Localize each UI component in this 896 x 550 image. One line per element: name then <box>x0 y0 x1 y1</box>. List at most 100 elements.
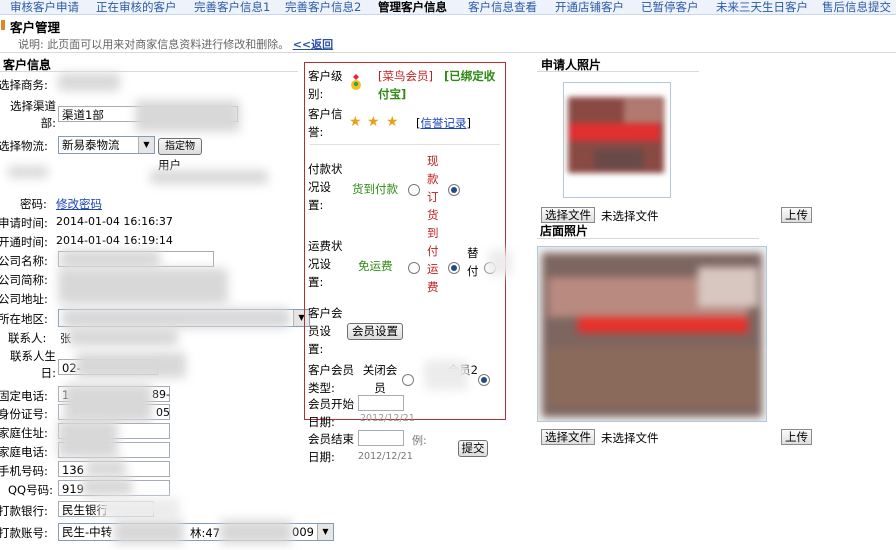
region-label: 所在地区: <box>0 312 48 326</box>
tab-paused-customers[interactable]: 已暂停客户 <box>641 0 699 15</box>
submit-button[interactable]: 提交 <box>458 440 488 457</box>
applicant-photo <box>563 82 671 198</box>
company-name-redacted <box>60 250 160 268</box>
home-phone-label: 家庭电话: <box>0 445 48 459</box>
logistics-label: 选择物流: <box>0 139 48 153</box>
company-address-label: 公司地址: <box>0 292 48 306</box>
upload-applicant-button[interactable]: 上传 <box>781 207 812 223</box>
store-no-file: 未选择文件 <box>601 431 659 445</box>
member-end-label: 会员结束日期: <box>308 432 354 464</box>
chevron-down-icon: ▼ <box>317 524 333 540</box>
back-link[interactable]: <<返回 <box>293 38 333 51</box>
channel-label: 选择渠道部: <box>10 99 56 130</box>
bound-alipay-value: [已绑定收付宝] <box>378 69 496 101</box>
credit-record: [信誉记录] <box>416 116 471 130</box>
member-type-option-1-radio[interactable] <box>402 374 414 386</box>
business-select-redacted[interactable] <box>58 73 120 91</box>
customer-level-label: 客户级别: <box>308 69 343 101</box>
freight-option-1-radio[interactable] <box>408 262 420 274</box>
applicant-photo-image <box>564 83 670 197</box>
chevron-down-icon: ▼ <box>138 137 154 153</box>
company-short-address-redacted <box>58 268 228 304</box>
store-photo <box>537 246 767 422</box>
customer-info-divider <box>0 71 298 72</box>
apply-time-value: 2014-01-04 16:16:37 <box>56 215 173 228</box>
channel-value: 渠道1部 <box>62 108 104 122</box>
credit-label: 客户信誉: <box>308 107 343 139</box>
applicant-no-file: 未选择文件 <box>601 209 659 223</box>
tab-complete-info-1[interactable]: 完善客户信息1 <box>194 0 270 15</box>
star-icon: ★ <box>386 114 399 130</box>
account-mid: 林:47 <box>190 526 221 540</box>
freight-option-1b-radio[interactable] <box>448 262 460 274</box>
store-photo-divider <box>537 238 759 239</box>
open-time-value: 2014-01-04 16:19:14 <box>56 234 173 247</box>
section-marker-icon <box>1 20 5 30</box>
contact-label: 联系人: <box>8 331 47 345</box>
tab-opened-store-customers[interactable]: 开通店铺客户 <box>555 0 624 15</box>
star-icon: ★ <box>349 114 362 130</box>
assign-logistics-button[interactable]: 指定物 <box>158 138 202 155</box>
member-end-example-prefix: 例: <box>412 434 427 447</box>
member-start-label: 会员开始日期: <box>308 397 354 429</box>
contact-redacted <box>68 328 178 346</box>
choose-applicant-file-button[interactable]: 选择文件 <box>541 207 595 223</box>
tab-review-applications[interactable]: 审核客户申请 <box>10 0 79 15</box>
tab-after-sales-submit[interactable]: 售后信息提交 <box>822 0 891 15</box>
qq-redacted <box>82 478 132 496</box>
freight-option-1-label: 免运费 <box>358 259 393 273</box>
payment-option-1-label: 货到付款 <box>352 182 398 196</box>
birthday-redacted <box>76 352 186 378</box>
phone-label: 固定电话: <box>0 389 48 403</box>
member-start-example: 2012/12/21 <box>360 413 415 424</box>
payment-option-1-radio[interactable] <box>408 184 420 196</box>
member-end-input[interactable] <box>358 430 404 446</box>
phone-id-redacted <box>64 384 152 422</box>
mobile-value: 136 <box>62 463 84 477</box>
rookie-bird-icon <box>350 72 362 92</box>
freight-option-2-label: 替付 <box>467 246 479 278</box>
id-number-tail: 05 <box>156 406 170 419</box>
store-photo-title: 店面照片 <box>540 224 589 238</box>
tab-birthday-3days[interactable]: 未来三天生日客户 <box>716 0 808 15</box>
member-type-redacted <box>424 360 468 390</box>
tab-complete-info-2[interactable]: 完善客户信息2 <box>285 0 361 15</box>
bank-redacted <box>100 498 180 518</box>
member-end-example: 2012/12/21 <box>358 451 413 462</box>
credit-record-link[interactable]: 信誉记录 <box>421 116 467 130</box>
applicant-photo-divider <box>537 71 699 72</box>
qq-label: QQ号码: <box>8 483 53 497</box>
payment-option-2-label: 现款订货到付运费 <box>427 154 439 294</box>
account-tail: 009 <box>292 525 314 539</box>
upload-store-button[interactable]: 上传 <box>781 429 812 445</box>
tab-manage-customer-info[interactable]: 管理客户信息 <box>378 0 447 15</box>
logistics-value: 新易泰物流 <box>62 138 120 152</box>
choose-store-file-button[interactable]: 选择文件 <box>541 429 595 445</box>
tab-customers-under-review[interactable]: 正在审核的客户 <box>96 0 177 15</box>
account-redacted-2 <box>220 520 292 544</box>
logistics-select[interactable]: 新易泰物流 ▼ <box>58 136 155 154</box>
bank-label: 打款银行: <box>0 504 48 518</box>
top-nav-bar: 审核客户申请 正在审核的客户 完善客户信息1 完善客户信息2 管理客户信息 客户… <box>0 0 896 15</box>
member-start-input[interactable] <box>358 395 404 411</box>
change-password-link[interactable]: 修改密码 <box>56 196 102 212</box>
username-redacted <box>150 170 268 184</box>
password-label: 密码: <box>20 197 47 211</box>
member-type-label: 客户会员类型: <box>308 363 354 395</box>
payment-option-2-radio[interactable] <box>448 184 460 196</box>
phone-tail: 89- <box>152 388 170 401</box>
company-short-label: 公司简称: <box>0 273 48 287</box>
region-redacted <box>62 308 290 328</box>
home-address-label: 家庭住址: <box>0 426 48 440</box>
header-divider <box>0 52 896 53</box>
page-description: 说明: 此页面可以用来对商家信息资料进行修改和删除。 <<返回 <box>18 36 333 52</box>
mobile-label: 手机号码: <box>0 464 48 478</box>
mobile-redacted <box>86 460 126 476</box>
contact-birthday-label: 联系人生日: <box>10 349 56 380</box>
home-info-redacted <box>58 420 118 458</box>
member-type-option-2-radio[interactable] <box>478 374 490 386</box>
tab-view-customer-info[interactable]: 客户信息查看 <box>468 0 537 15</box>
member-settings-button[interactable]: 会员设置 <box>347 323 403 340</box>
store-photo-image <box>538 247 766 421</box>
id-number-label: 身份证号: <box>0 407 48 421</box>
